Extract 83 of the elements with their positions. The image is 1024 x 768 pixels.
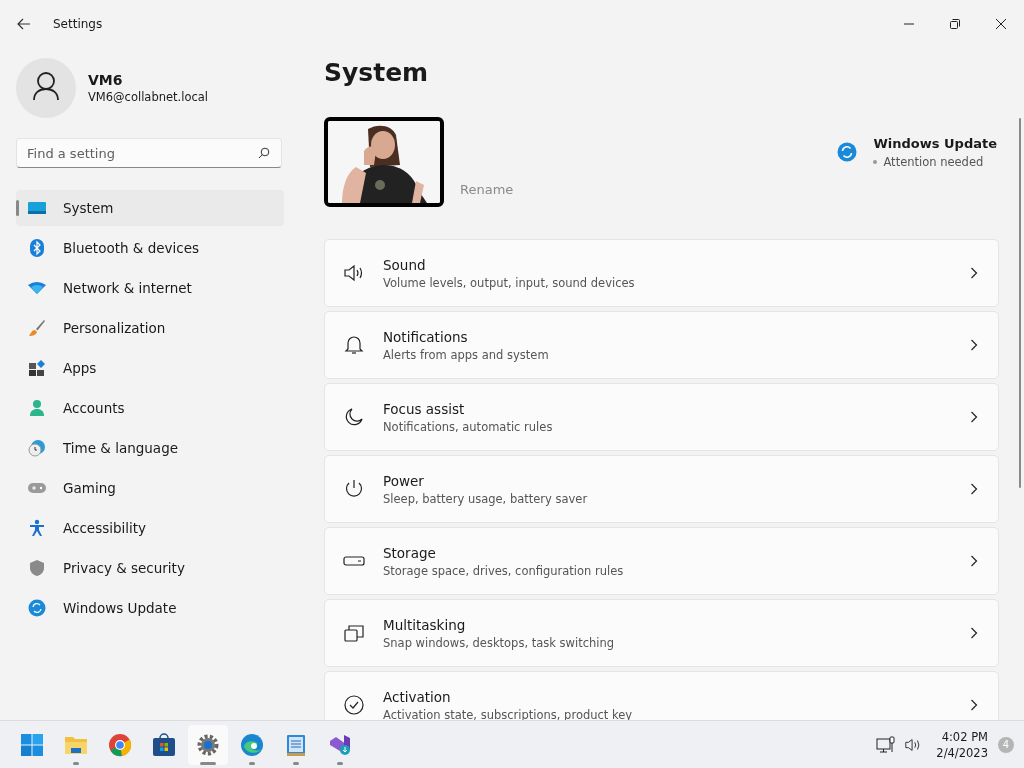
chevron-icon — [970, 411, 978, 423]
card-title: Sound — [383, 256, 427, 273]
drive-icon — [343, 556, 365, 566]
nav-item[interactable]: System — [16, 190, 284, 226]
update-title[interactable]: Windows Update — [873, 135, 997, 151]
power-icon — [343, 479, 365, 499]
card-title: Notifications — [383, 328, 469, 345]
bell-icon — [343, 335, 365, 355]
settings-card[interactable]: Power Sleep, battery usage, battery saver — [324, 455, 999, 523]
nav-item[interactable]: Personalization — [16, 310, 284, 346]
settings-card[interactable]: Activation Activation state, subscriptions, product key — [324, 671, 999, 720]
browser-wave-icon — [240, 732, 264, 757]
gear-icon — [196, 732, 220, 757]
accessibility-icon — [27, 519, 47, 537]
settings-card[interactable]: Storage Storage space, drives, configuration rules — [324, 527, 999, 595]
check-circle-icon — [343, 695, 365, 715]
card-subtitle: Storage space, drives, configuration rules — [383, 563, 625, 578]
sync-icon — [27, 599, 47, 617]
back-icon[interactable] — [17, 18, 31, 30]
account-name: VM6 — [88, 72, 124, 88]
network-icon[interactable] — [876, 735, 897, 754]
nav-item[interactable]: Accounts — [16, 390, 284, 426]
settings-card[interactable]: Notifications Alerts from apps and system — [324, 311, 999, 379]
card-title: Focus assist — [383, 400, 466, 417]
person-icon — [27, 399, 47, 417]
shield-icon — [27, 559, 47, 577]
moon-icon — [343, 407, 365, 427]
settings-card[interactable]: Multitasking Snap windows, desktops, task switching — [324, 599, 999, 667]
card-title: Power — [383, 472, 425, 489]
window-title: Settings — [53, 17, 103, 31]
card-subtitle: Alerts from apps and system — [383, 347, 550, 362]
apps-icon — [27, 359, 47, 377]
clock-time: 4:02 PM — [941, 728, 988, 745]
nav-item[interactable]: Gaming — [16, 470, 284, 506]
chevron-icon — [970, 339, 978, 351]
nav-item[interactable]: Apps — [16, 350, 284, 386]
card-title: Storage — [383, 544, 437, 561]
settings-card[interactable]: Focus assist Notifications, automatic rules — [324, 383, 999, 451]
close-icon[interactable] — [995, 18, 1007, 30]
card-subtitle: Snap windows, desktops, task switching — [383, 635, 616, 650]
chevron-icon — [970, 555, 978, 567]
card-subtitle: Notifications, automatic rules — [383, 419, 554, 434]
monitor-icon — [27, 200, 47, 216]
brush-icon — [27, 319, 47, 337]
clock-globe-icon — [27, 439, 47, 457]
card-subtitle: Activation state, subscriptions, product key — [383, 707, 634, 720]
nav-item[interactable]: Time & language — [16, 430, 284, 466]
notepad-icon — [286, 732, 306, 757]
bluetooth-icon — [27, 239, 47, 257]
status-dot — [873, 159, 878, 164]
nav-item[interactable]: Bluetooth & devices — [16, 230, 284, 266]
nav-item[interactable]: Windows Update — [16, 590, 284, 626]
store-bag-icon — [152, 732, 176, 757]
card-title: Activation — [383, 688, 452, 705]
chevron-icon — [970, 699, 978, 711]
clock-date: 2/4/2023 — [936, 744, 988, 761]
search-icon — [258, 147, 270, 159]
sync-icon — [837, 142, 858, 162]
settings-card[interactable]: Sound Volume levels, output, input, sound devices — [324, 239, 999, 307]
avatar-icon — [16, 58, 76, 118]
chevron-icon — [970, 627, 978, 639]
wifi-icon — [27, 282, 47, 294]
taskbar-app[interactable] — [188, 724, 228, 765]
browser-icon — [108, 732, 132, 757]
chevron-icon — [970, 267, 978, 279]
nav-item[interactable]: Accessibility — [16, 510, 284, 546]
gamepad-icon — [27, 481, 47, 495]
chevron-icon — [970, 483, 978, 495]
windows-logo-icon — [20, 732, 44, 757]
nav-item[interactable]: Privacy & security — [16, 550, 284, 586]
search-field[interactable]: Find a setting — [16, 138, 282, 168]
page-title: System — [324, 58, 430, 87]
card-subtitle: Volume levels, output, input, sound devices — [383, 275, 636, 290]
update-status: Attention needed — [883, 154, 984, 169]
maximize-icon[interactable] — [949, 18, 961, 30]
nav-item[interactable]: Network & internet — [16, 270, 284, 306]
clock[interactable]: 4:02 PM 2/4/2023 — [936, 728, 988, 761]
card-title: Multitasking — [383, 616, 467, 633]
windows-stack-icon — [343, 624, 365, 642]
speaker-icon — [343, 264, 365, 282]
account-email: VM6@collabnet.local — [88, 90, 209, 104]
card-subtitle: Sleep, battery usage, battery saver — [383, 491, 589, 506]
ide-icon — [328, 732, 352, 757]
